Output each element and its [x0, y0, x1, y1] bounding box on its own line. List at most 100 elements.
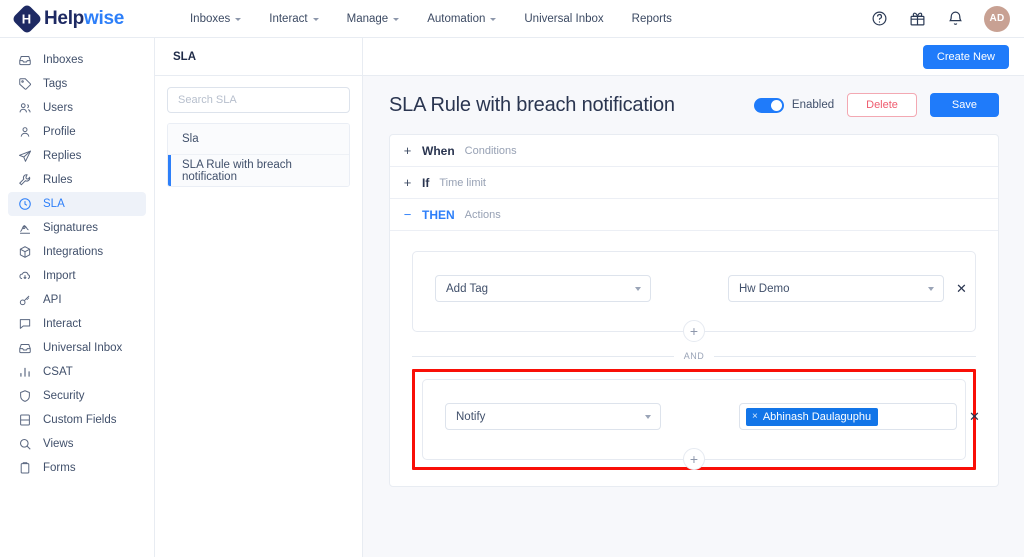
avatar[interactable]: AD — [984, 5, 1010, 32]
and-separator: AND — [412, 351, 977, 361]
toggle-knob — [770, 99, 782, 111]
sidebar-item-csat[interactable]: CSAT — [8, 360, 146, 384]
add-action-button[interactable]: + — [683, 320, 705, 342]
plus-icon: + — [403, 143, 412, 158]
and-separator-label: AND — [683, 351, 705, 361]
sla-list-item-label: SLA Rule with breach notification — [182, 158, 292, 183]
chevron-down-icon — [635, 286, 641, 291]
chevron-down-icon — [393, 17, 400, 21]
create-new-button[interactable]: Create New — [922, 44, 1009, 69]
inbox-icon — [17, 341, 32, 356]
annotation-highlight-box: Notify × Abhinash Daulaguphu ✕ + — [412, 369, 980, 470]
action-type-select-notify[interactable]: Notify — [445, 403, 661, 430]
sidebar-item-replies[interactable]: Replies — [8, 144, 146, 168]
send-icon — [17, 149, 32, 164]
sidebar-item-label: Users — [43, 102, 74, 114]
sidebar-item-label: Import — [43, 270, 76, 282]
gift-icon[interactable] — [908, 9, 927, 28]
sidebar-item-label: Security — [43, 390, 85, 402]
shield-icon — [17, 389, 32, 404]
accordion-section-when[interactable]: + When Conditions — [390, 135, 998, 167]
search-sla-input[interactable] — [167, 87, 350, 113]
nav-item-reports[interactable]: Reports — [618, 7, 686, 31]
nav-item-automation[interactable]: Automation — [413, 7, 510, 31]
sidebar-item-universal-inbox[interactable]: Universal Inbox — [8, 336, 146, 360]
sidebar-item-label: Interact — [43, 318, 82, 330]
chevron-down-icon — [490, 17, 497, 21]
add-action-button[interactable]: + — [683, 448, 705, 470]
action-type-select-value: Notify — [456, 410, 486, 423]
signature-icon — [17, 221, 32, 236]
chevron-down-icon — [645, 414, 651, 419]
separator-line-left — [412, 355, 674, 357]
brand-name-part1: Help — [44, 7, 84, 29]
rule-header: SLA Rule with breach notification Enable… — [389, 93, 999, 117]
help-circle-icon[interactable] — [870, 9, 889, 28]
sla-list-item-breach-rule[interactable]: SLA Rule with breach notification — [168, 155, 349, 186]
accordion-section-if[interactable]: + If Time limit — [390, 167, 998, 199]
nav-item-manage[interactable]: Manage — [333, 7, 414, 31]
nav-right-actions: AD — [870, 5, 1010, 32]
remove-action-button[interactable]: ✕ — [969, 410, 980, 423]
sidebar-item-interact[interactable]: Interact — [8, 312, 146, 336]
sidebar-item-signatures[interactable]: Signatures — [8, 216, 146, 240]
remove-action-button[interactable]: ✕ — [956, 282, 967, 295]
settings-sidebar: Inboxes Tags Users Profile Replies Rules… — [0, 38, 155, 557]
sidebar-item-label: Forms — [43, 462, 76, 474]
clipboard-icon — [17, 461, 32, 476]
brand-name-part2: wise — [83, 7, 124, 29]
recipient-chip[interactable]: × Abhinash Daulaguphu — [746, 407, 879, 426]
rule-accordion: + When Conditions + If Time limit − THEN… — [389, 134, 999, 487]
chip-remove-icon[interactable]: × — [752, 411, 758, 422]
brand-logo[interactable]: H Helpwise — [11, 2, 124, 35]
main-scroll-area: SLA Rule with breach notification Enable… — [363, 76, 1024, 557]
sidebar-item-api[interactable]: API — [8, 288, 146, 312]
sidebar-item-import[interactable]: Import — [8, 264, 146, 288]
sidebar-item-inboxes[interactable]: Inboxes — [8, 48, 146, 72]
main-content-panel: Create New SLA Rule with breach notifica… — [363, 38, 1024, 557]
sidebar-item-forms[interactable]: Forms — [8, 456, 146, 480]
enabled-toggle[interactable] — [753, 97, 784, 113]
sidebar-item-label: Inboxes — [43, 54, 84, 66]
sidebar-item-sla[interactable]: SLA — [8, 192, 146, 216]
notify-recipients-field[interactable]: × Abhinash Daulaguphu — [739, 403, 957, 430]
box-icon — [17, 245, 32, 260]
sla-list-item-sla[interactable]: Sla — [168, 124, 349, 155]
page-title: SLA Rule with breach notification — [389, 93, 675, 116]
accordion-section-then[interactable]: − THEN Actions — [390, 199, 998, 231]
search-icon — [17, 437, 32, 452]
enabled-toggle-group[interactable]: Enabled — [753, 97, 834, 113]
sidebar-item-users[interactable]: Users — [8, 96, 146, 120]
sidebar-item-label: API — [43, 294, 62, 306]
sidebar-item-custom-fields[interactable]: Custom Fields — [8, 408, 146, 432]
nav-item-universal-inbox[interactable]: Universal Inbox — [510, 7, 617, 31]
main-toolbar: Create New — [363, 38, 1024, 76]
bell-icon[interactable] — [946, 9, 965, 28]
nav-item-label: Automation — [427, 12, 486, 25]
nav-item-label: Interact — [269, 12, 308, 25]
sidebar-item-tags[interactable]: Tags — [8, 72, 146, 96]
action-type-select-value: Add Tag — [446, 282, 488, 295]
save-button[interactable]: Save — [929, 93, 999, 117]
action-card-add-tag: Add Tag Hw Demo ✕ + — [412, 251, 976, 342]
chevron-down-icon — [235, 17, 242, 21]
sidebar-item-integrations[interactable]: Integrations — [8, 240, 146, 264]
delete-button[interactable]: Delete — [847, 93, 917, 117]
nav-item-inboxes[interactable]: Inboxes — [176, 7, 255, 31]
chevron-down-icon — [312, 17, 319, 21]
sidebar-item-rules[interactable]: Rules — [8, 168, 146, 192]
sla-panel-heading: SLA — [155, 38, 362, 76]
nav-item-interact[interactable]: Interact — [255, 7, 332, 31]
sidebar-item-label: Tags — [43, 78, 68, 90]
sidebar-item-profile[interactable]: Profile — [8, 120, 146, 144]
action-value-select-hw-demo[interactable]: Hw Demo — [728, 275, 944, 302]
minus-icon: − — [403, 207, 412, 222]
sidebar-item-views[interactable]: Views — [8, 432, 146, 456]
chevron-down-icon — [928, 286, 934, 291]
accordion-keyword: When — [422, 143, 455, 158]
sla-list-pane: Sla SLA Rule with breach notification — [155, 76, 362, 557]
action-type-select-add-tag[interactable]: Add Tag — [435, 275, 651, 302]
sidebar-item-security[interactable]: Security — [8, 384, 146, 408]
accordion-keyword: THEN — [422, 207, 455, 222]
sidebar-item-label: Custom Fields — [43, 414, 117, 426]
